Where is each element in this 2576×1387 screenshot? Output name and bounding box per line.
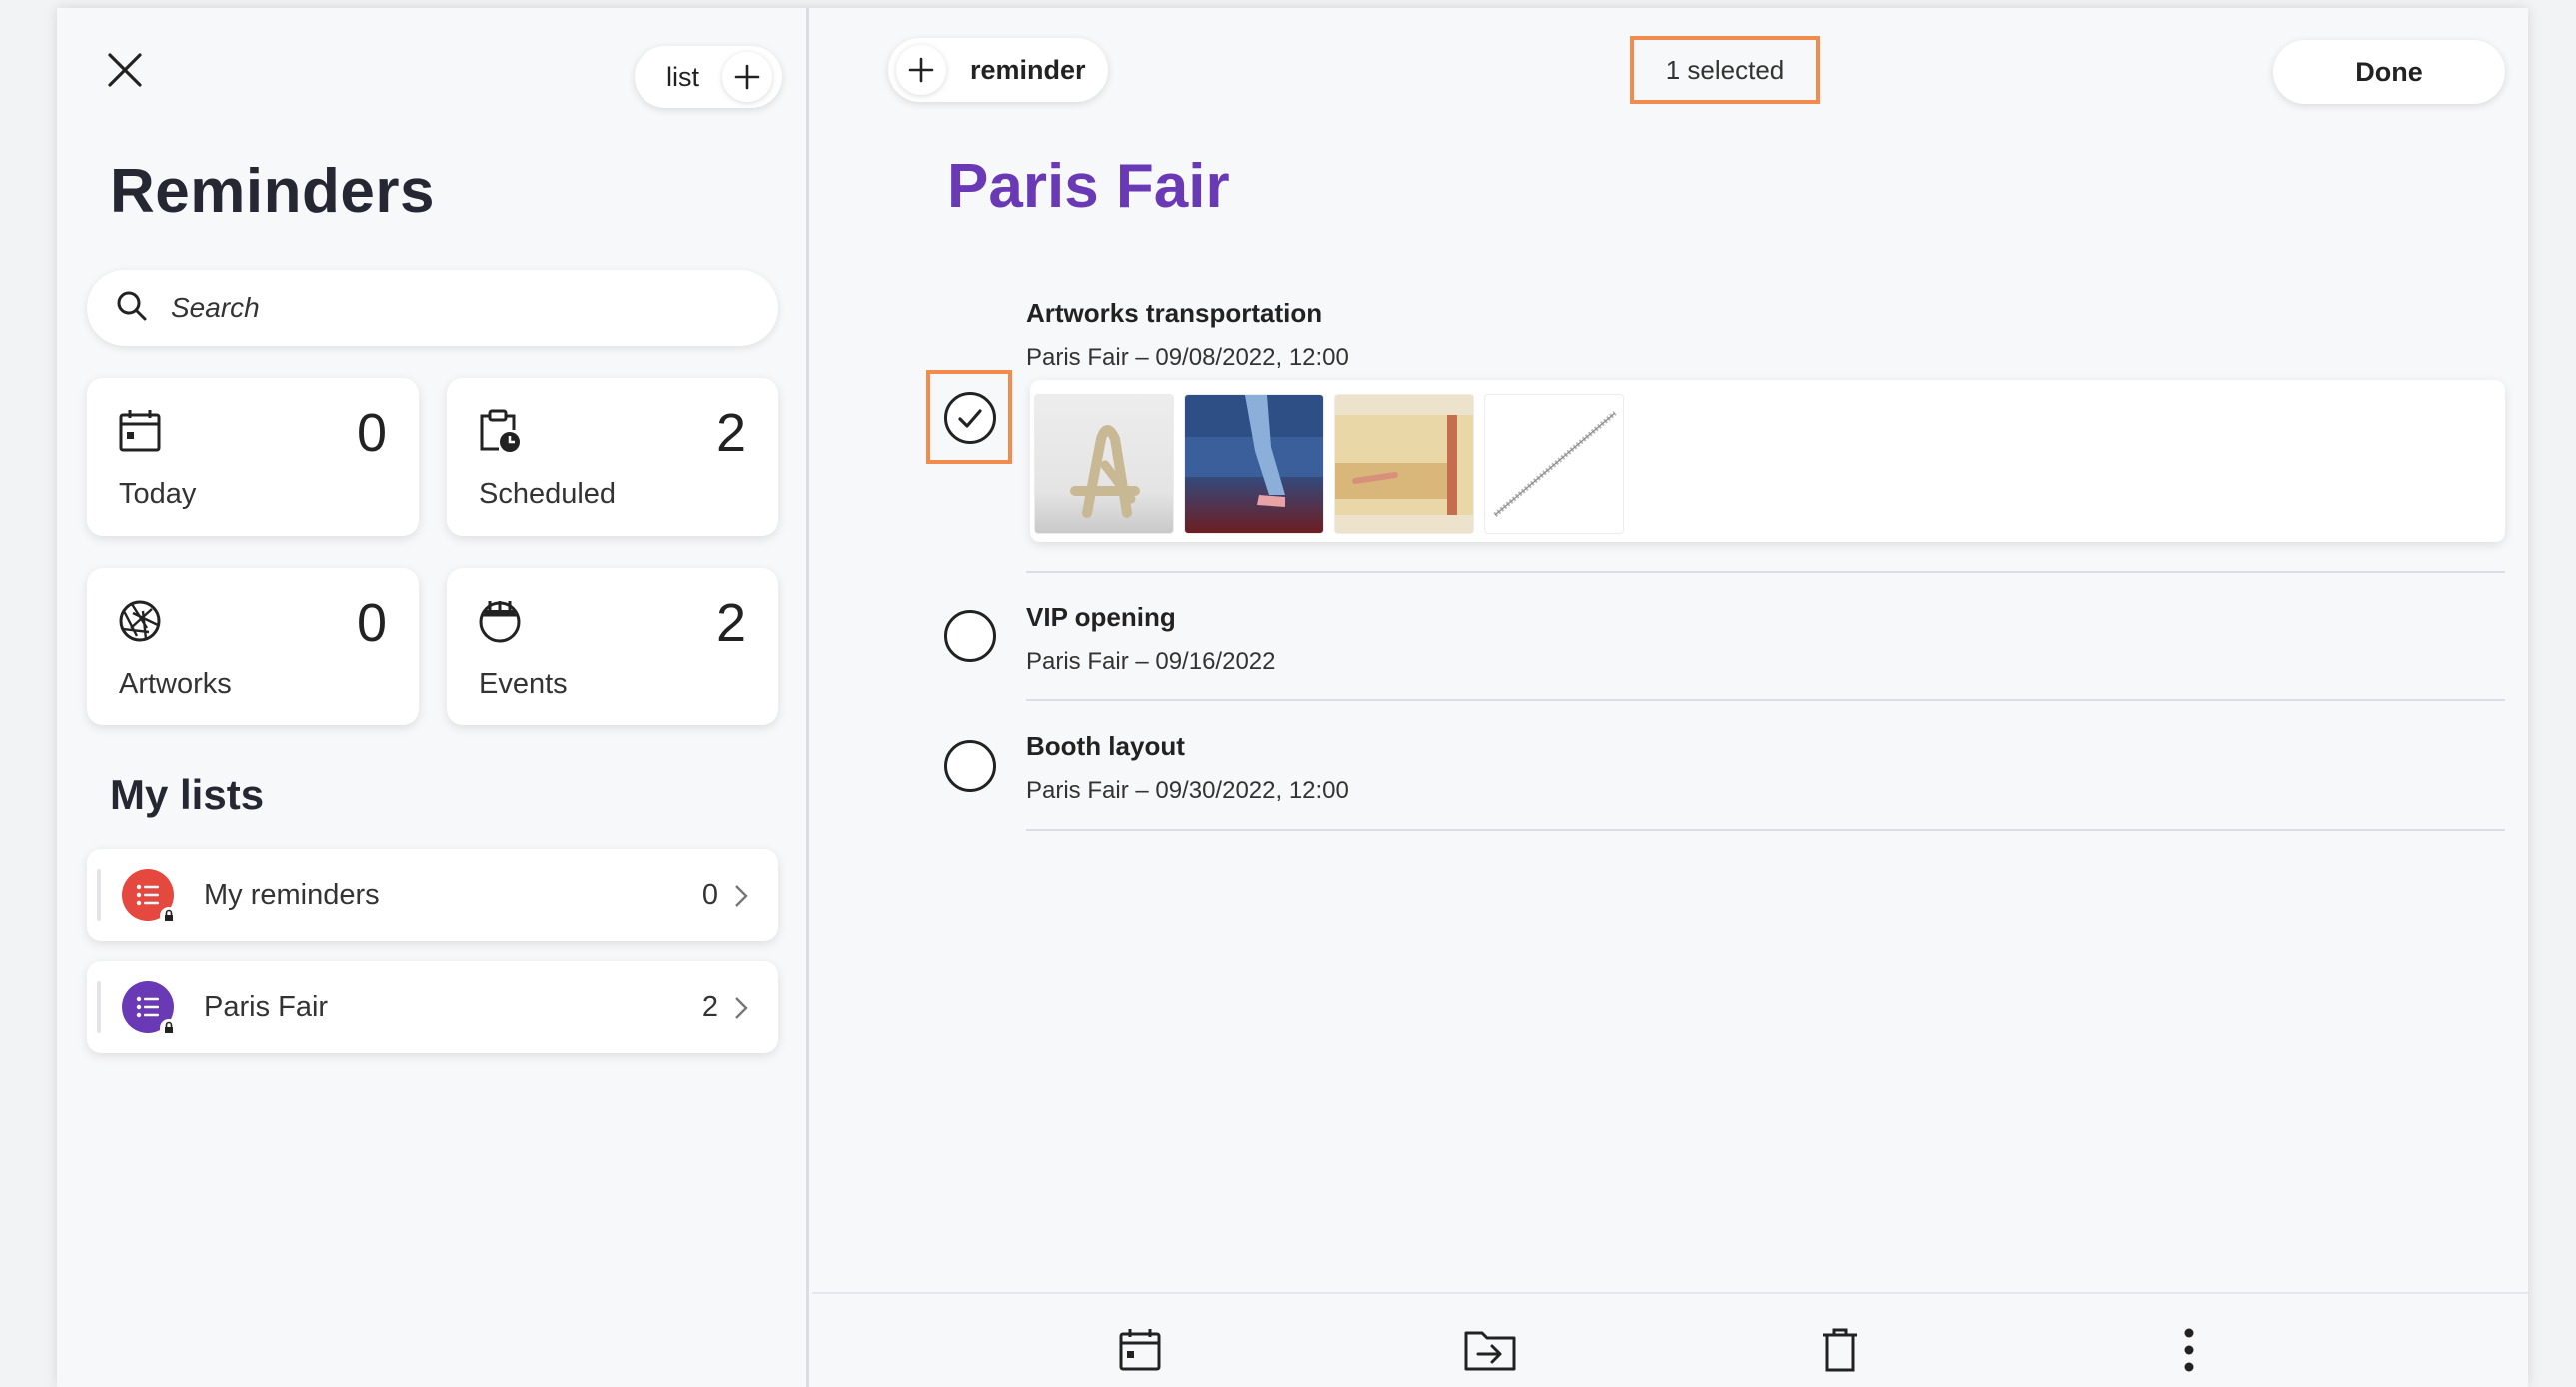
chevron-right-icon <box>732 995 750 1021</box>
sidebar: list Reminders 0 Today 2 Scheduled <box>57 8 809 1387</box>
attachments-strip <box>1030 380 2505 542</box>
smart-list-count: 2 <box>715 403 746 463</box>
smart-list-label: Artworks <box>119 668 232 699</box>
lock-icon <box>160 1019 178 1037</box>
aperture-icon <box>117 598 163 644</box>
list-bullet-icon <box>122 981 178 1037</box>
calendar-round-icon <box>477 598 523 644</box>
calendar-icon <box>117 408 163 454</box>
reminder-subtitle: Paris Fair – 09/08/2022, 12:00 <box>1026 344 1349 371</box>
smart-list-label: Today <box>119 478 197 510</box>
main-panel: reminder 1 selected Done Paris Fair Artw… <box>812 8 2528 1387</box>
list-count: 2 <box>701 991 718 1023</box>
smart-list-count: 2 <box>715 593 746 653</box>
chevron-right-icon <box>732 883 750 909</box>
smart-list-today[interactable]: 0 Today <box>87 378 419 536</box>
smart-list-count: 0 <box>356 403 387 463</box>
add-list-button[interactable]: list <box>635 46 782 108</box>
reminder-title[interactable]: Booth layout <box>1026 731 1185 762</box>
divider <box>1026 829 2505 831</box>
smart-list-label: Scheduled <box>479 478 617 510</box>
list-item-my-reminders[interactable]: My reminders 0 <box>87 849 778 941</box>
list-name: Paris Fair <box>204 991 329 1023</box>
reminder-title[interactable]: Artworks transportation <box>1026 298 1322 329</box>
list-item-paris-fair[interactable]: Paris Fair 2 <box>87 961 778 1053</box>
selected-count: 1 selected <box>1630 36 1820 104</box>
plus-icon <box>722 52 772 102</box>
list-name: My reminders <box>204 879 380 911</box>
reminder-title[interactable]: VIP opening <box>1026 602 1176 633</box>
calendar-icon[interactable] <box>1112 1322 1168 1378</box>
add-reminder-label: reminder <box>970 54 1086 85</box>
smart-list-label: Events <box>479 668 568 699</box>
reminder-subtitle: Paris Fair – 09/16/2022 <box>1026 648 1276 675</box>
reminder-checkbox[interactable] <box>944 740 996 792</box>
attachment-thumbnail[interactable] <box>1034 394 1174 534</box>
divider <box>1026 571 2505 573</box>
add-list-label: list <box>666 61 699 92</box>
reminder-subtitle: Paris Fair – 09/30/2022, 12:00 <box>1026 777 1349 804</box>
search-icon <box>115 289 149 328</box>
close-icon[interactable] <box>105 50 145 90</box>
search-input[interactable] <box>171 292 730 324</box>
search-bar[interactable] <box>87 270 778 346</box>
bottom-toolbar <box>812 1292 2528 1387</box>
drag-handle[interactable] <box>97 869 101 921</box>
drag-handle[interactable] <box>97 981 101 1033</box>
smart-list-scheduled[interactable]: 2 Scheduled <box>447 378 778 536</box>
list-bullet-icon <box>122 869 178 925</box>
attachment-thumbnail[interactable] <box>1484 394 1624 534</box>
trash-icon[interactable] <box>1812 1322 1868 1378</box>
smart-list-events[interactable]: 2 Events <box>447 568 778 725</box>
add-reminder-button[interactable]: reminder <box>888 38 1108 102</box>
attachment-thumbnail[interactable] <box>1334 394 1474 534</box>
lock-icon <box>160 907 178 925</box>
app-window: list Reminders 0 Today 2 Scheduled <box>57 8 2528 1387</box>
divider <box>1026 699 2505 701</box>
move-to-folder-icon[interactable] <box>1462 1322 1518 1378</box>
page-title: Reminders <box>110 157 435 226</box>
reminder-checkbox[interactable] <box>944 610 996 662</box>
my-lists-heading: My lists <box>110 771 265 818</box>
clipboard-clock-icon <box>477 408 523 454</box>
done-button[interactable]: Done <box>2273 40 2505 104</box>
list-title: Paris Fair <box>947 152 1230 221</box>
more-vertical-icon[interactable] <box>2161 1322 2217 1378</box>
list-count: 0 <box>701 879 718 911</box>
plus-icon <box>896 45 946 95</box>
smart-list-count: 0 <box>356 593 387 653</box>
attachment-thumbnail[interactable] <box>1184 394 1324 534</box>
reminder-checkbox-checked[interactable] <box>944 392 996 444</box>
smart-list-artworks[interactable]: 0 Artworks <box>87 568 419 725</box>
